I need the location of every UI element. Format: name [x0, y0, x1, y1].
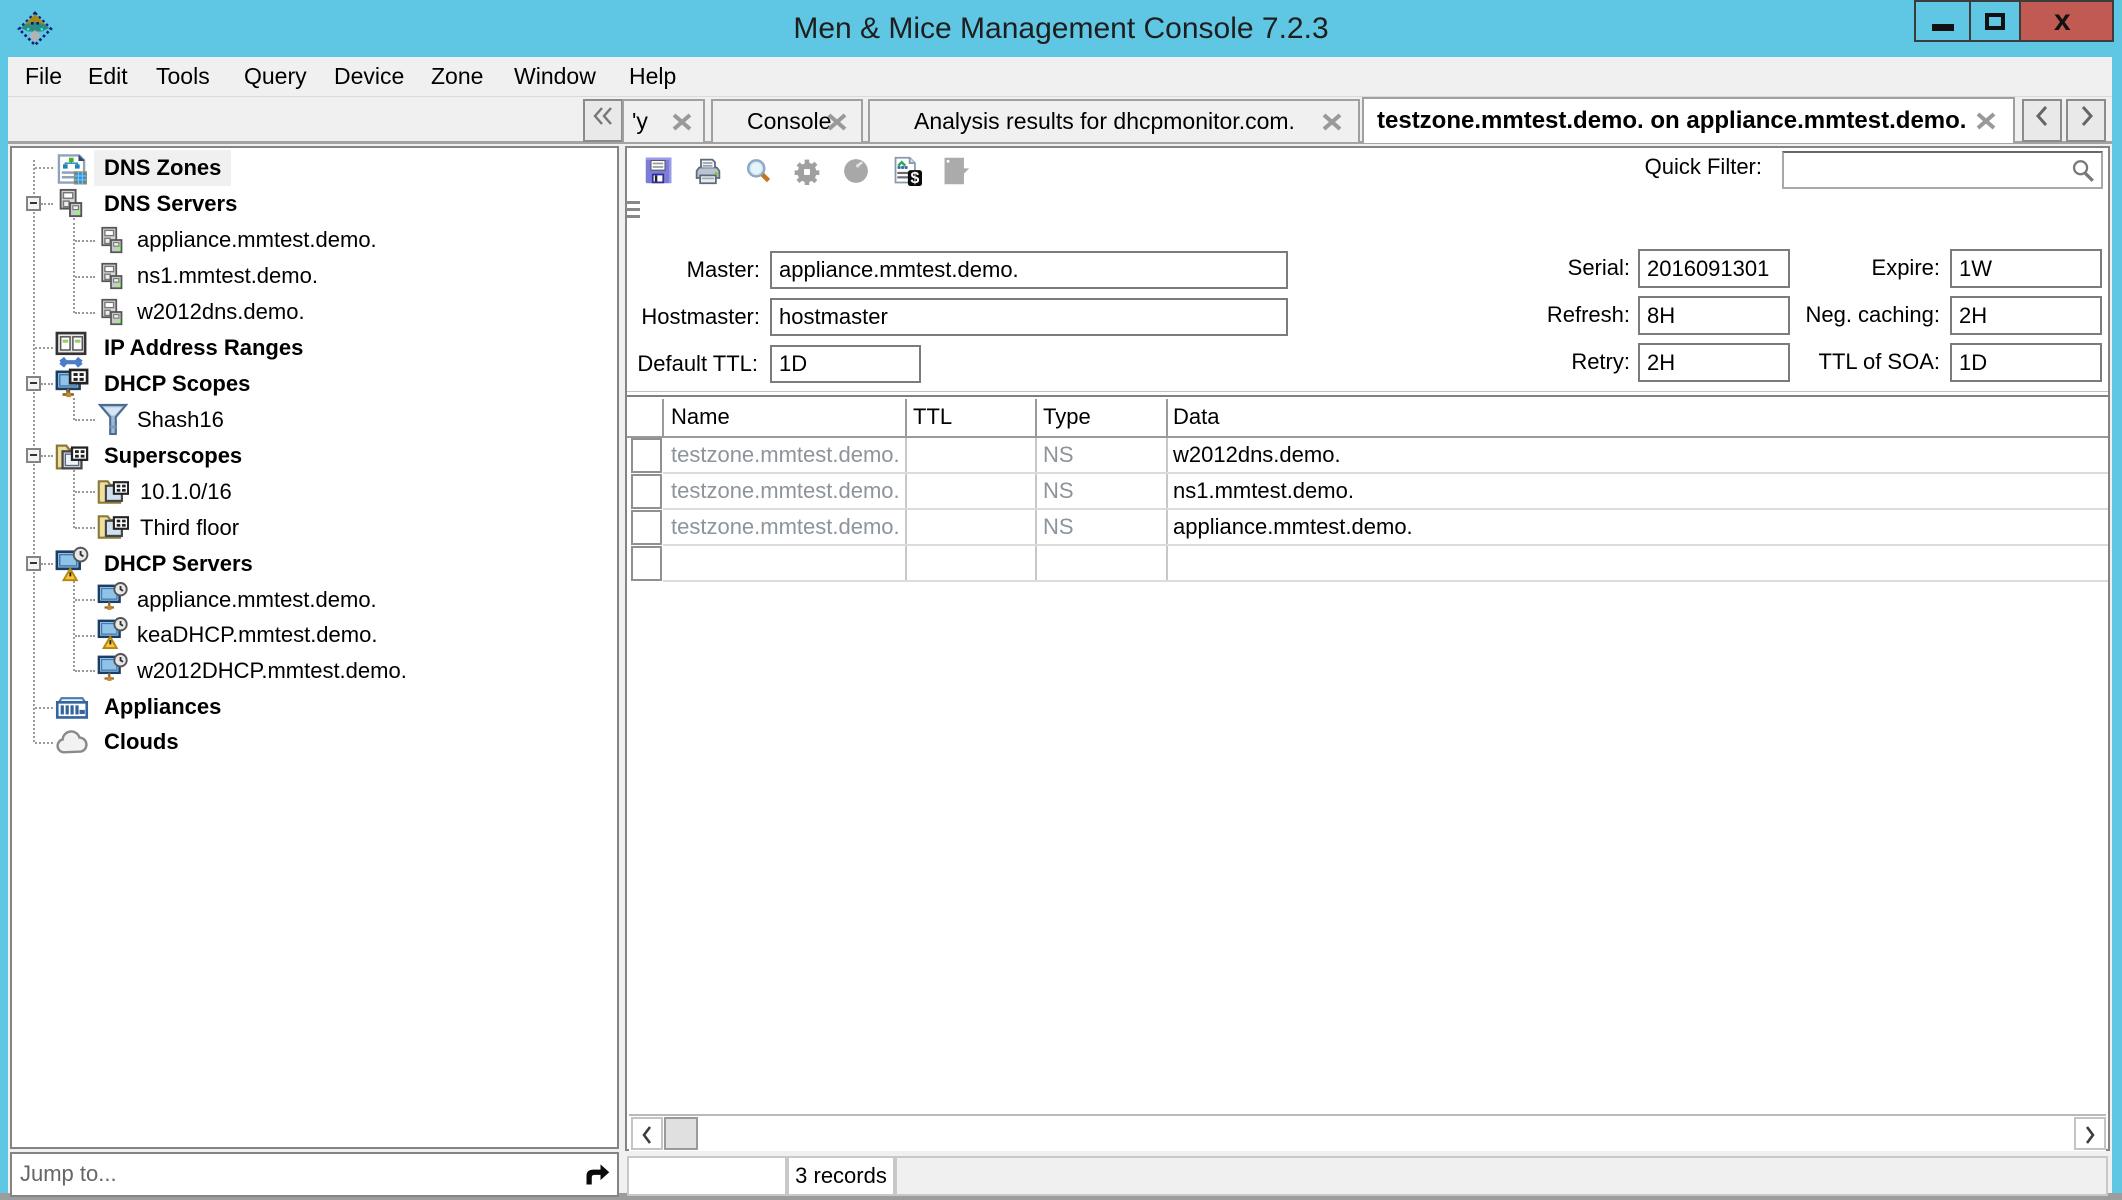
- svg-text:$: $: [911, 170, 920, 186]
